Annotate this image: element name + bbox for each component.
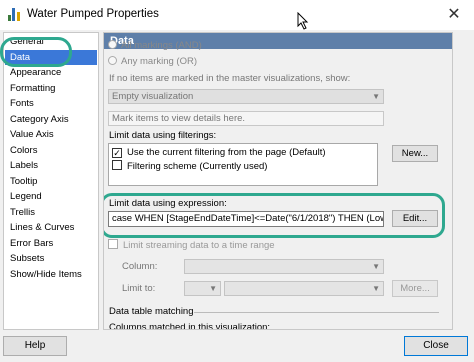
streaming-limit[interactable]: Limit streaming data to a time range: [108, 239, 275, 251]
nav-item-value-axis[interactable]: Value Axis: [10, 127, 54, 142]
filtering-current-page[interactable]: ✓ Use the current filtering from the page…: [112, 147, 326, 159]
radio-any-marking[interactable]: Any marking (OR): [108, 55, 197, 69]
filtering-scheme-label: Filtering scheme (Currently used): [127, 161, 268, 172]
column-select[interactable]: ▼: [184, 259, 384, 274]
radio-all-markings[interactable]: All markings (AND): [108, 39, 202, 53]
nav-item-legend[interactable]: Legend: [10, 189, 42, 204]
radio-all-markings-label: All markings (AND): [121, 40, 202, 51]
help-button[interactable]: Help: [3, 336, 67, 356]
table-matching-label: Data table matching: [109, 306, 194, 317]
title-bar: Water Pumped Properties ✕: [0, 0, 474, 30]
mark-items-text[interactable]: Mark items to view details here.: [108, 111, 384, 126]
close-icon[interactable]: ✕: [443, 6, 465, 24]
nav-item-labels[interactable]: Labels: [10, 158, 38, 173]
new-filtering-button[interactable]: New...: [392, 145, 438, 162]
mouse-cursor-icon: [297, 12, 309, 30]
expression-highlight-annotation: [104, 193, 445, 238]
chevron-down-icon: ▼: [372, 262, 380, 271]
checkbox-icon[interactable]: [108, 239, 118, 249]
close-button[interactable]: Close: [404, 336, 468, 356]
filterings-list[interactable]: ✓ Use the current filtering from the page…: [108, 143, 378, 186]
streaming-limit-label: Limit streaming data to a time range: [123, 240, 275, 251]
nav-item-show-hide-items[interactable]: Show/Hide Items: [10, 267, 82, 282]
nav-item-error-bars[interactable]: Error Bars: [10, 236, 53, 251]
chevron-down-icon: ▼: [209, 284, 217, 293]
category-list[interactable]: General Data Appearance Formatting Fonts…: [3, 32, 99, 330]
checkbox-checked-icon[interactable]: ✓: [112, 148, 122, 158]
column-label: Column:: [122, 261, 158, 272]
filterings-label: Limit data using filterings:: [109, 130, 217, 141]
limit-to-amount[interactable]: ▼: [184, 281, 221, 296]
nav-item-subsets[interactable]: Subsets: [10, 251, 44, 266]
data-settings-panel: Data All markings (AND) Any marking (OR)…: [103, 32, 453, 330]
nav-item-appearance[interactable]: Appearance: [10, 65, 61, 80]
app-chart-icon: [8, 8, 21, 21]
properties-dialog: Water Pumped Properties ✕ General Data A…: [0, 0, 474, 362]
checkbox-icon[interactable]: [112, 160, 122, 170]
no-items-select-value: Empty visualization: [112, 91, 194, 102]
no-items-label: If no items are marked in the master vis…: [109, 73, 351, 84]
filtering-scheme[interactable]: Filtering scheme (Currently used): [112, 160, 267, 172]
nav-item-category-axis[interactable]: Category Axis: [10, 112, 69, 127]
limit-to-unit[interactable]: ▼: [224, 281, 384, 296]
more-button[interactable]: More...: [392, 280, 438, 297]
radio-button-icon[interactable]: [108, 56, 117, 65]
limit-to-label: Limit to:: [122, 283, 156, 294]
nav-item-colors[interactable]: Colors: [10, 143, 37, 158]
nav-item-lines-curves[interactable]: Lines & Curves: [10, 220, 74, 235]
chevron-down-icon: ▼: [372, 92, 380, 101]
columns-matched-label: Columns matched in this visualization:: [109, 322, 271, 330]
data-highlight-annotation: [0, 37, 72, 67]
nav-item-fonts[interactable]: Fonts: [10, 96, 34, 111]
no-items-select[interactable]: Empty visualization ▼: [108, 89, 384, 104]
nav-item-formatting[interactable]: Formatting: [10, 81, 55, 96]
section-divider: [194, 312, 439, 313]
chevron-down-icon: ▼: [372, 284, 380, 293]
window-title: Water Pumped Properties: [27, 8, 159, 20]
nav-item-tooltip[interactable]: Tooltip: [10, 174, 37, 189]
filtering-current-page-label: Use the current filtering from the page …: [127, 147, 326, 158]
radio-button-icon[interactable]: [108, 40, 117, 49]
nav-item-trellis[interactable]: Trellis: [10, 205, 35, 220]
radio-any-marking-label: Any marking (OR): [121, 56, 198, 67]
